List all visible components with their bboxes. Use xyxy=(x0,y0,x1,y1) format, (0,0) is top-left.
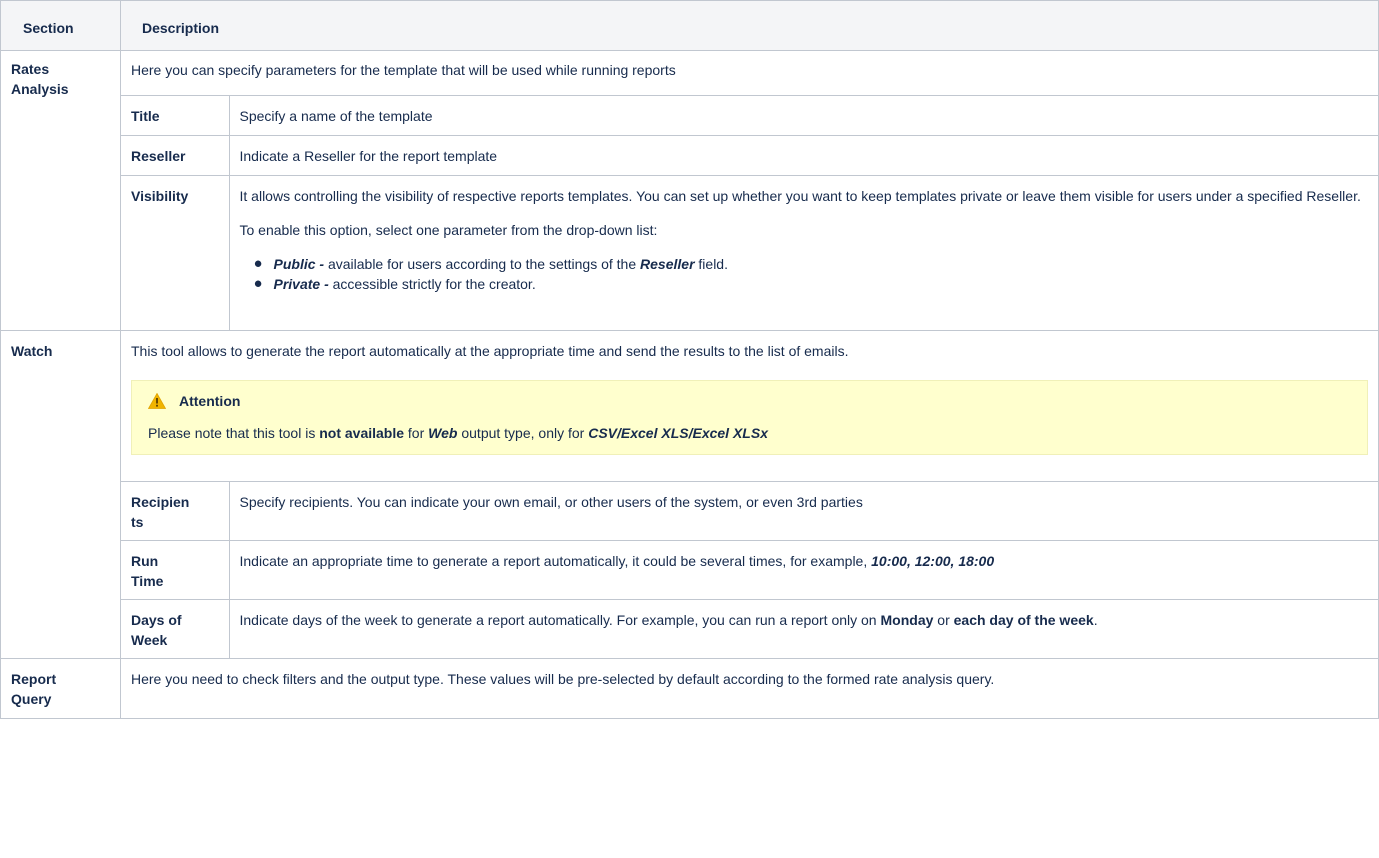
rates-description-cell: Here you can specify parameters for the … xyxy=(120,50,1379,331)
attention-text: Please note that this tool is not availa… xyxy=(148,423,1352,443)
attention-text-part: output type, only for xyxy=(457,424,589,441)
param-desc-run-time: Indicate an appropriate time to generate… xyxy=(228,539,1378,600)
table-row: Rates Analysis Here you can specify para… xyxy=(0,50,1379,331)
param-label-line: ts xyxy=(131,513,144,530)
param-label-line: Week xyxy=(131,631,168,648)
section-label-line: Watch xyxy=(11,342,53,359)
sections-table: Section Description Rates Analysis Here … xyxy=(0,0,1379,719)
param-emphasis: each day of the week xyxy=(953,611,1094,628)
watch-intro-text: This tool allows to generate the report … xyxy=(131,342,849,359)
param-label-visibility: Visibility xyxy=(121,175,230,330)
attention-emphasis: not available xyxy=(319,424,405,441)
table-row: Recipien ts Specify recipients. You can … xyxy=(121,480,1378,541)
section-label-line: Report xyxy=(11,670,57,687)
section-report-query: Report Query xyxy=(0,657,121,719)
section-header-label: Section xyxy=(23,20,74,36)
param-label-recipients: Recipien ts xyxy=(121,480,230,541)
param-text: or xyxy=(933,611,954,628)
table-row: Days of Week Indicate days of the week t… xyxy=(121,598,1378,658)
section-label-line: Query xyxy=(11,690,52,707)
table-header-row: Section Description xyxy=(0,0,1379,51)
param-text: Indicate an appropriate time to generate… xyxy=(239,552,872,569)
param-label-reseller: Reseller xyxy=(121,135,230,176)
watch-params-table: Recipien ts Specify recipients. You can … xyxy=(121,480,1378,658)
param-desc-recipients: Specify recipients. You can indicate you… xyxy=(228,480,1378,541)
visibility-paragraph: To enable this option, select one parame… xyxy=(239,222,658,238)
warning-icon xyxy=(147,392,167,409)
bullet-icon: ● xyxy=(253,275,263,292)
param-label-days-of-week: Days of Week xyxy=(121,598,230,658)
param-desc-reseller: Indicate a Reseller for the report templ… xyxy=(228,135,1378,176)
table-row: Title Specify a name of the template xyxy=(121,95,1378,136)
visibility-options-list: ● Public - available for users according… xyxy=(240,254,1369,294)
param-label-title: Title xyxy=(121,95,230,136)
param-emphasis: 10:00, 12:00, 18:00 xyxy=(871,552,995,569)
attention-text-part: for xyxy=(404,424,429,441)
param-desc-days-of-week: Indicate days of the week to generate a … xyxy=(228,598,1378,658)
watch-description-cell: This tool allows to generate the report … xyxy=(120,329,1379,659)
table-row: Visibility It allows controlling the vis… xyxy=(121,175,1378,330)
param-label-line: Recipien xyxy=(131,493,190,510)
param-label-run-time: Run Time xyxy=(121,539,230,600)
attention-panel: Attention Please note that this tool is … xyxy=(131,379,1368,455)
attention-text-part: Please note that this tool is xyxy=(148,424,320,441)
option-text: field. xyxy=(694,256,728,272)
option-text: available for users according to the set… xyxy=(324,256,641,272)
list-item: ● Public - available for users according… xyxy=(254,254,1369,274)
list-item: ● Private - accessible strictly for the … xyxy=(254,274,1369,294)
rates-params-table: Title Specify a name of the template Res… xyxy=(121,95,1378,330)
param-desc-title: Specify a name of the template xyxy=(228,95,1378,136)
table-row: Run Time Indicate an appropriate time to… xyxy=(121,539,1378,600)
section-column-header: Section xyxy=(0,0,121,51)
option-text: accessible strictly for the creator. xyxy=(328,276,536,292)
attention-emphasis: Web xyxy=(428,424,458,441)
attention-header: Attention xyxy=(147,391,1352,411)
param-desc-visibility: It allows controlling the visibility of … xyxy=(228,175,1378,330)
param-emphasis: Monday xyxy=(880,611,934,628)
rates-intro-text: Here you can specify parameters for the … xyxy=(131,62,676,78)
query-description-cell: Here you need to check filters and the o… xyxy=(120,657,1379,719)
section-watch: Watch xyxy=(0,329,121,659)
visibility-paragraph: It allows controlling the visibility of … xyxy=(239,188,1361,204)
section-rates-analysis: Rates Analysis xyxy=(0,50,121,331)
param-label-line: Run xyxy=(131,552,159,569)
param-text: Indicate days of the week to generate a … xyxy=(239,611,881,628)
option-field: Reseller xyxy=(640,256,695,272)
option-term: Public - xyxy=(273,256,325,272)
description-column-header: Description xyxy=(120,0,1379,51)
attention-emphasis: CSV/Excel XLS/Excel XLSx xyxy=(588,424,768,441)
description-header-label: Description xyxy=(142,20,220,36)
param-label-line: Time xyxy=(131,572,164,589)
table-row: Watch This tool allows to generate the r… xyxy=(0,329,1379,659)
attention-title: Attention xyxy=(179,392,241,409)
option-term: Private - xyxy=(273,276,329,292)
table-row: Report Query Here you need to check filt… xyxy=(0,657,1379,719)
table-row: Reseller Indicate a Reseller for the rep… xyxy=(121,135,1378,176)
param-label-line: Days of xyxy=(131,611,182,628)
param-text: . xyxy=(1093,611,1098,628)
section-label-line: Analysis xyxy=(11,81,69,97)
section-label-line: Rates xyxy=(11,61,50,77)
bullet-icon: ● xyxy=(253,255,263,272)
